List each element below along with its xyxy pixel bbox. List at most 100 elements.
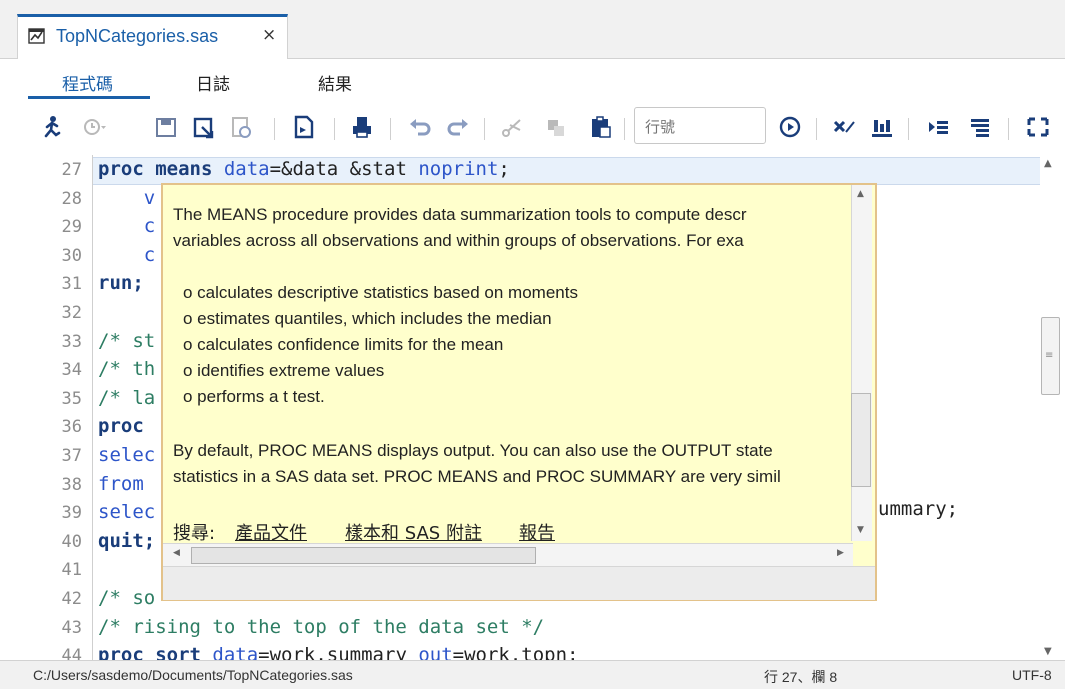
line-number: 44: [61, 646, 82, 660]
encoding: UTF-8: [1012, 667, 1052, 683]
code-token: c: [98, 243, 156, 266]
scroll-up-icon[interactable]: ▲: [1044, 158, 1052, 169]
popup-scroll-up-icon[interactable]: ▲: [857, 189, 864, 199]
line-number: 29: [61, 217, 82, 238]
line-number: 31: [61, 274, 82, 295]
save-as-icon[interactable]: [192, 114, 216, 140]
code-line: /* rising to the top of the data set */: [98, 616, 544, 638]
code-token: /* la: [98, 386, 156, 409]
code-token: means: [155, 158, 224, 180]
popup-bullet: o estimates quantiles, which includes th…: [183, 309, 552, 328]
indent-icon[interactable]: [926, 114, 950, 140]
line-number: 43: [61, 617, 82, 638]
maximize-icon[interactable]: [1026, 114, 1050, 140]
popup-desc-line2: variables across all observations and wi…: [173, 231, 744, 250]
code-token: /* th: [98, 358, 156, 381]
code-token: data: [223, 158, 270, 180]
go-to-line-icon[interactable]: [778, 114, 802, 140]
line-number: 42: [61, 589, 82, 609]
open-program-icon[interactable]: [292, 114, 316, 140]
code-line: quit;: [98, 530, 155, 552]
code-token: proc: [98, 415, 144, 438]
file-tab[interactable]: TopNCategories.sas ×: [17, 14, 288, 59]
redo-icon[interactable]: [446, 114, 470, 140]
copy-icon[interactable]: [544, 114, 568, 140]
line-number: 40: [61, 531, 82, 552]
code-line-39-tail: ummary;: [878, 498, 959, 520]
close-tab-icon[interactable]: ×: [262, 25, 276, 45]
tab-log[interactable]: 日誌: [196, 70, 230, 95]
code-token: proc: [98, 158, 156, 180]
line-number: 30: [61, 245, 82, 266]
code-line: proc sort data=work.summary out=work.top…: [98, 644, 579, 660]
line-number: 28: [61, 188, 82, 209]
line-number: 27: [61, 160, 82, 180]
code-line: /* st: [98, 330, 155, 352]
code-token: /* rising to the top of the data set */: [98, 615, 545, 638]
line-number: 36: [61, 417, 82, 438]
code-token: from: [98, 472, 144, 495]
grip-icon: ≡: [1045, 350, 1054, 361]
undo-icon[interactable]: [408, 114, 432, 140]
popup-scroll-down-icon[interactable]: ▼: [857, 525, 864, 535]
line-number-field[interactable]: [634, 107, 767, 144]
code-line: from: [98, 473, 144, 495]
code-token: run;: [98, 272, 144, 295]
code-line: selec: [98, 444, 155, 466]
format-code-icon[interactable]: [870, 114, 894, 140]
clear-all-icon[interactable]: [832, 114, 856, 140]
popup-desc2-line2: statistics in a SAS data set. PROC MEANS…: [173, 467, 781, 486]
code-token: selec: [98, 501, 156, 524]
file-path: C:/Users/sasdemo/Documents/TopNCategorie…: [33, 667, 353, 683]
scroll-down-icon[interactable]: ▼: [1044, 646, 1052, 657]
line-number: 35: [61, 388, 82, 409]
popup-desc2-line1: By default, PROC MEANS displays output. …: [173, 441, 773, 460]
code-line: c: [98, 215, 155, 237]
link-samples-notes[interactable]: 樣本和 SAS 附註: [345, 519, 482, 545]
line-number: 38: [61, 474, 82, 495]
popup-scroll-right-icon[interactable]: ▶: [837, 548, 844, 558]
popup-bullet: o performs a t test.: [183, 387, 325, 406]
print-icon[interactable]: [350, 114, 374, 140]
line-number-input[interactable]: [643, 109, 767, 144]
code-token: =&data &stat: [269, 158, 419, 180]
code-line: proc: [98, 415, 144, 437]
code-token: proc: [98, 644, 156, 660]
editor-vertical-scrollbar[interactable]: [1040, 155, 1062, 660]
code-token: =work.topn;: [452, 644, 579, 660]
history-icon[interactable]: [82, 114, 106, 140]
cursor-position: 行 27、欄 8: [764, 669, 838, 685]
search-label: 搜尋:: [173, 523, 216, 544]
link-reports[interactable]: 報告: [519, 519, 555, 545]
code-token: /* so: [98, 587, 156, 609]
line-number: 41: [61, 560, 82, 581]
popup-vertical-thumb[interactable]: [851, 393, 871, 487]
popup-bullet: o calculates descriptive statistics base…: [183, 283, 578, 302]
outline-icon[interactable]: [968, 114, 992, 140]
line-number: 33: [61, 331, 82, 352]
popup-vertical-scrollbar[interactable]: [851, 185, 872, 541]
active-tab-indicator: [28, 96, 150, 99]
sas-program-icon: [28, 27, 46, 45]
save-icon[interactable]: [154, 114, 178, 140]
popup-bullet: o calculates confidence limits for the m…: [183, 335, 504, 354]
code-line: /* th: [98, 358, 155, 380]
popup-scroll-left-icon[interactable]: ◀: [173, 548, 180, 558]
code-token: ;: [498, 158, 510, 180]
cut-icon[interactable]: [500, 114, 524, 140]
tab-results[interactable]: 結果: [318, 70, 352, 95]
code-line: v: [98, 187, 155, 209]
code-line: run;: [98, 272, 144, 294]
popup-desc-line1: The MEANS procedure provides data summar…: [173, 205, 747, 224]
line-number: 39: [61, 503, 82, 524]
tab-code[interactable]: 程式碼: [62, 70, 113, 95]
code-token: quit;: [98, 529, 156, 552]
code-token: out: [418, 644, 453, 660]
link-product-docs[interactable]: 產品文件: [235, 519, 307, 545]
paste-icon[interactable]: [588, 114, 612, 140]
save-all-icon[interactable]: [230, 114, 254, 140]
run-icon[interactable]: [40, 114, 64, 140]
toolbar: [0, 104, 1065, 152]
popup-horizontal-thumb[interactable]: [191, 547, 536, 564]
code-token: /* st: [98, 329, 156, 352]
